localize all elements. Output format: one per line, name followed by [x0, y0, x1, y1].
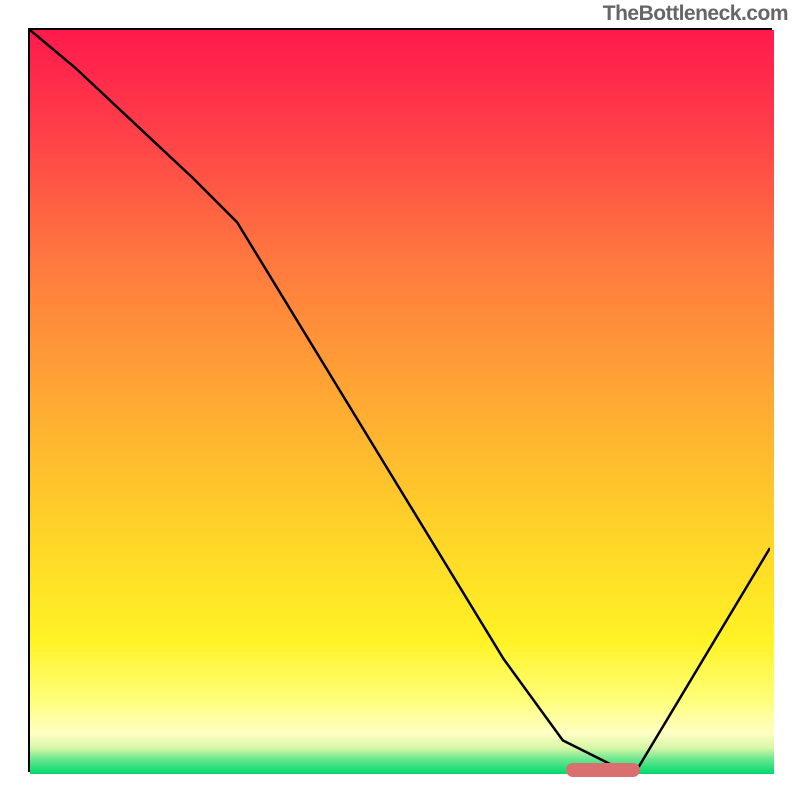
bottleneck-curve-path — [30, 30, 770, 770]
chart-line-layer — [30, 30, 770, 770]
optimal-range-marker — [566, 763, 640, 777]
watermark-text: TheBottleneck.com — [603, 2, 788, 26]
chart-frame — [28, 28, 772, 772]
